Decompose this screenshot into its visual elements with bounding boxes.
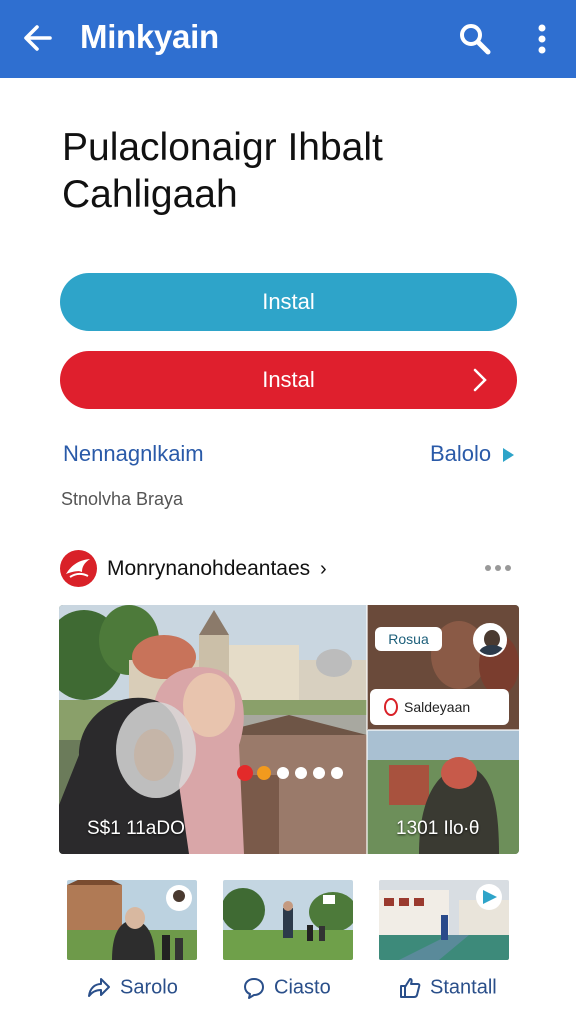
carousel-dots[interactable]: [237, 765, 357, 781]
dot-icon: [277, 767, 289, 779]
chat-label: Ciasto: [274, 976, 331, 999]
badge-mid-label: Saldeyaan: [404, 699, 471, 715]
thumbnail-2[interactable]: [223, 880, 353, 960]
thumbnail-image: [223, 880, 353, 960]
share-label: Sarolo: [120, 976, 178, 999]
channel-logo[interactable]: [60, 550, 97, 587]
thumbs-up-icon: [400, 978, 421, 998]
chevron-right-icon: ›: [320, 558, 327, 580]
bird-logo-icon: [66, 559, 90, 578]
install-secondary-label: Instal: [262, 367, 315, 392]
avatar[interactable]: [473, 623, 507, 657]
dot-active-icon: [237, 765, 253, 781]
link-right[interactable]: Balolo: [430, 441, 515, 467]
record-icon: [384, 698, 398, 716]
share-icon: [88, 978, 110, 997]
like-action[interactable]: Stantall: [398, 976, 497, 1000]
install-secondary-button[interactable]: Instal: [60, 351, 517, 409]
channel-name[interactable]: Monrynanohdeantaes ›: [107, 557, 327, 581]
more-vertical-icon[interactable]: [528, 20, 556, 58]
arrow-left-icon[interactable]: [20, 20, 56, 56]
install-button[interactable]: Instal: [60, 273, 517, 331]
dot-icon: [257, 766, 271, 780]
caption-left: S$1 11aDO: [87, 818, 185, 839]
channel-name-label: Monrynanohdeantaes: [107, 557, 311, 580]
app-title: Minkyain: [80, 18, 219, 55]
thumbnail-1[interactable]: [67, 880, 197, 960]
dot-icon: [295, 767, 307, 779]
page-title: Pulaclonaigr Ihbalt Cahligaah: [62, 126, 383, 216]
link-right-label: Balolo: [430, 441, 492, 466]
subtext: Stnolvha Braya: [61, 489, 184, 509]
play-triangle-icon: [503, 448, 515, 463]
caption-right: 1301 Ilo∙θ: [396, 818, 480, 839]
media-collage[interactable]: Rosua Saldeyaan S$1 11aDO 1301 Ilo∙θ: [59, 605, 519, 854]
share-action[interactable]: Sarolo: [86, 976, 178, 1000]
chat-action[interactable]: Ciasto: [242, 976, 331, 1000]
search-icon[interactable]: [456, 20, 494, 58]
dot-icon: [331, 767, 343, 779]
more-horizontal-icon[interactable]: [483, 562, 513, 574]
link-left[interactable]: Nennagnlkaim: [63, 441, 204, 467]
install-button-label: Instal: [262, 289, 315, 314]
dot-icon: [313, 767, 325, 779]
thumbnail-3[interactable]: [379, 880, 509, 960]
thumbnail-image: [379, 880, 509, 960]
app-bar: Minkyain: [0, 0, 576, 78]
badge-mid[interactable]: Saldeyaan: [370, 689, 509, 725]
chat-icon: [244, 978, 264, 999]
badge-top-label: Rosua: [388, 631, 429, 647]
thumbnail-image: [67, 880, 197, 960]
like-label: Stantall: [430, 976, 497, 999]
chevron-right-icon: [473, 368, 487, 392]
media-image: [59, 605, 519, 854]
badge-top[interactable]: Rosua: [375, 627, 442, 651]
